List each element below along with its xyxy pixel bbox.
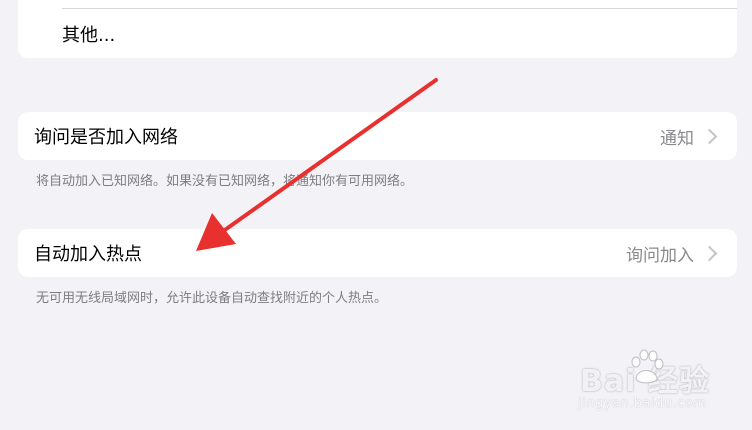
watermark-url: jingyan.baidu.com [578, 396, 707, 411]
baidu-jingyan-watermark: Bai 经验 jingyan.baidu.com [572, 348, 742, 418]
baidu-paw-icon [631, 349, 664, 384]
